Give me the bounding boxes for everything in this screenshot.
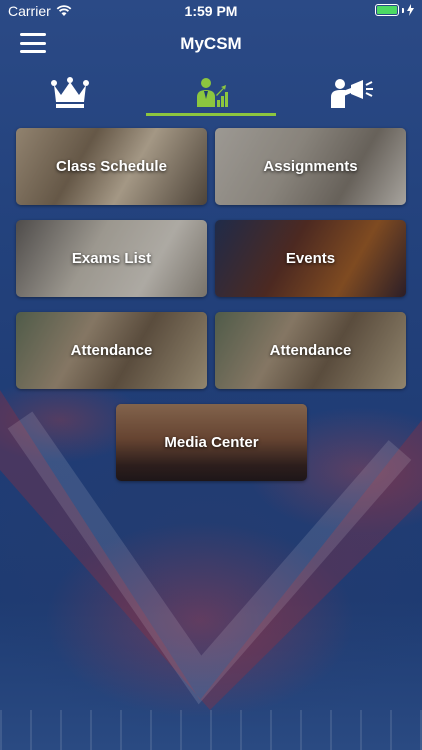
student-growth-icon [197, 78, 228, 107]
tile-label: Events [285, 250, 336, 267]
tile-label: Exams List [71, 250, 152, 267]
status-bar: Carrier 1:59 PM [0, 0, 422, 22]
tab-students[interactable] [141, 70, 282, 116]
tab-crown[interactable] [0, 70, 141, 116]
tile-label: Attendance [269, 342, 352, 359]
assignments-tile[interactable]: Assignments [215, 128, 406, 205]
carrier-label: Carrier [8, 3, 51, 19]
tile-label: Class Schedule [56, 158, 167, 175]
nav-bar: MyCSM [0, 22, 422, 66]
tab-announcements[interactable] [281, 70, 422, 116]
carrier-group: Carrier [8, 3, 72, 19]
attendance-tile[interactable]: Attendance [16, 312, 207, 389]
battery-fill [377, 6, 397, 14]
tab-bar [0, 70, 422, 116]
app-title: MyCSM [180, 34, 242, 53]
crown-icon [51, 77, 90, 108]
attendance-tile-2[interactable]: Attendance [215, 312, 406, 389]
exams-list-tile[interactable]: Exams List [16, 220, 207, 297]
hamburger-menu-icon[interactable] [20, 33, 46, 53]
tile-label: Attendance [70, 342, 153, 359]
media-center-tile[interactable]: Media Center [116, 404, 307, 481]
battery-icon [375, 4, 414, 16]
charging-bolt-icon [407, 4, 414, 16]
announcer-megaphone-icon [330, 79, 373, 108]
class-schedule-tile[interactable]: Class Schedule [16, 128, 207, 205]
events-tile[interactable]: Events [215, 220, 406, 297]
wifi-icon [56, 5, 72, 16]
tile-label: Assignments [263, 158, 358, 175]
tile-label: Media Center [164, 434, 259, 451]
